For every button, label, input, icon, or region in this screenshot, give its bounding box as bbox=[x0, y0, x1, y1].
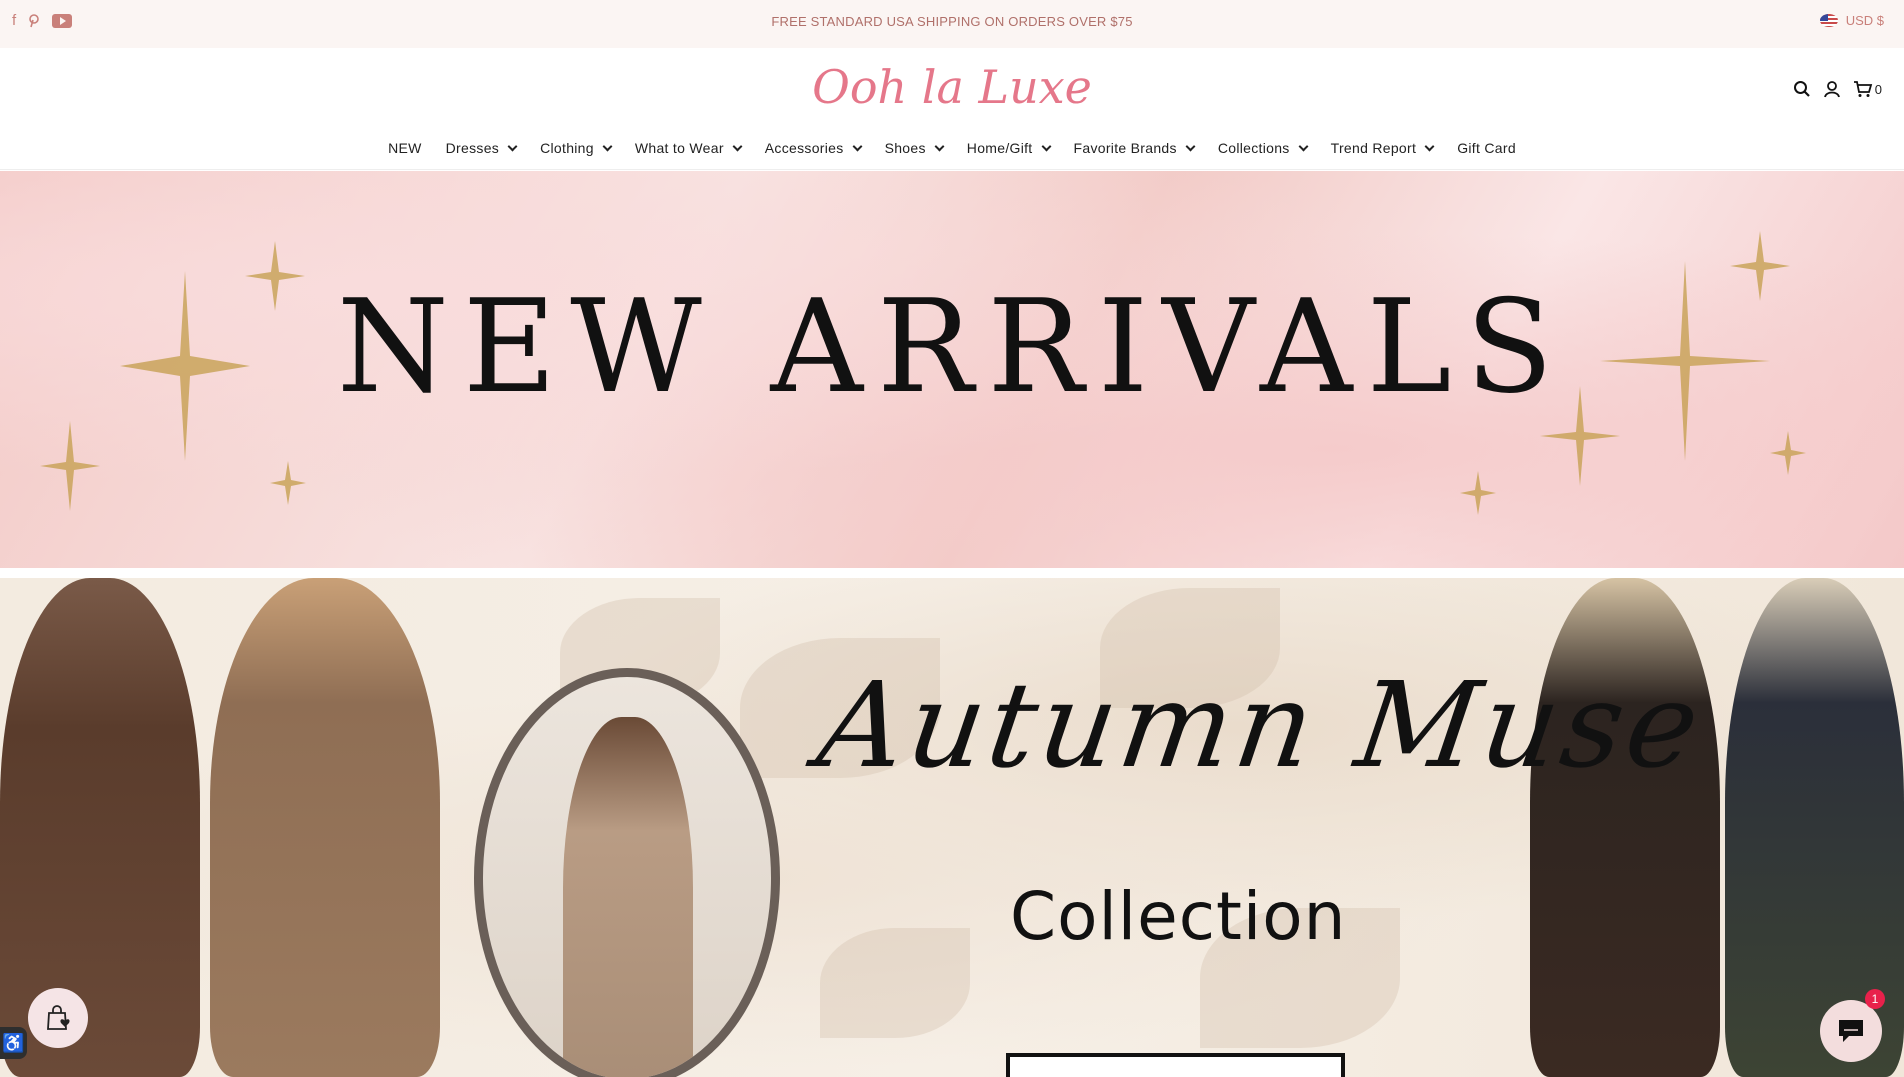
chevron-down-icon bbox=[1298, 141, 1309, 151]
shopping-bag-heart-icon bbox=[47, 1005, 70, 1030]
collection-banner[interactable]: Autumn Muse Collection bbox=[0, 578, 1904, 1077]
chevron-down-icon bbox=[1185, 141, 1196, 151]
model-photo bbox=[210, 578, 440, 1077]
nav-item-trend-report[interactable]: Trend Report bbox=[1319, 140, 1446, 156]
nav-item-label: NEW bbox=[388, 140, 422, 156]
currency-selector[interactable]: USD $ bbox=[1819, 13, 1884, 28]
nav-item-label: Trend Report bbox=[1330, 140, 1417, 156]
cart-icon bbox=[1853, 80, 1873, 98]
nav-item-collections[interactable]: Collections bbox=[1206, 140, 1319, 156]
main-nav: NEW Dresses Clothing What to Wear Access… bbox=[0, 140, 1904, 156]
nav-item-label: Shoes bbox=[884, 140, 926, 156]
promo-text: FREE STANDARD USA SHIPPING ON ORDERS OVE… bbox=[771, 14, 1133, 29]
site-logo[interactable]: Ooh la Luxe bbox=[0, 60, 1904, 114]
collection-shop-button[interactable] bbox=[1006, 1053, 1345, 1077]
account-icon[interactable] bbox=[1823, 80, 1841, 98]
chevron-down-icon bbox=[507, 141, 518, 151]
section-divider bbox=[0, 568, 1904, 578]
sparkle-icon bbox=[1770, 431, 1806, 475]
nav-item-what-to-wear[interactable]: What to Wear bbox=[623, 140, 753, 156]
chat-icon bbox=[1839, 1020, 1863, 1042]
nav-item-home-gift[interactable]: Home/Gift bbox=[955, 140, 1062, 156]
chevron-down-icon bbox=[732, 141, 743, 151]
leaf-decoration bbox=[820, 928, 970, 1038]
search-icon[interactable] bbox=[1793, 80, 1811, 98]
cart-count: 0 bbox=[1874, 81, 1882, 97]
nav-item-label: Collections bbox=[1217, 140, 1290, 156]
sparkle-icon bbox=[40, 421, 100, 511]
chevron-down-icon bbox=[1041, 141, 1051, 151]
chevron-down-icon bbox=[602, 141, 613, 151]
model-photo bbox=[1530, 578, 1720, 1077]
nav-item-label: Dresses bbox=[445, 140, 500, 156]
nav-item-new[interactable]: NEW bbox=[376, 140, 434, 156]
chat-button[interactable] bbox=[1820, 1000, 1882, 1062]
nav-item-label: Clothing bbox=[540, 140, 594, 156]
chevron-down-icon bbox=[1424, 141, 1435, 151]
accessibility-icon[interactable]: ♿ bbox=[0, 1027, 27, 1059]
banner-title: NEW ARRIVALS bbox=[336, 273, 1568, 422]
nav-item-shoes[interactable]: Shoes bbox=[873, 140, 955, 156]
nav-item-dresses[interactable]: Dresses bbox=[434, 140, 528, 156]
header-icons: 0 bbox=[1793, 80, 1882, 98]
currency-label: USD $ bbox=[1845, 13, 1884, 28]
cart-button[interactable]: 0 bbox=[1853, 80, 1882, 98]
nav-item-label: Home/Gift bbox=[966, 140, 1033, 156]
sparkle-icon bbox=[270, 461, 306, 505]
nav-item-favorite-brands[interactable]: Favorite Brands bbox=[1062, 140, 1206, 156]
nav-item-gift-card[interactable]: Gift Card bbox=[1445, 140, 1528, 156]
nav-item-clothing[interactable]: Clothing bbox=[528, 140, 623, 156]
new-arrivals-banner[interactable]: NEW ARRIVALS bbox=[0, 171, 1904, 568]
sparkle-icon bbox=[1460, 471, 1496, 515]
nav-item-label: Favorite Brands bbox=[1073, 140, 1177, 156]
model-photo bbox=[0, 578, 200, 1077]
model-photo bbox=[563, 717, 693, 1077]
nav-item-accessories[interactable]: Accessories bbox=[753, 140, 873, 156]
collection-subtitle: Collection bbox=[1010, 878, 1347, 955]
announcement-bar: f FREE STANDARD USA SHIPPING ON ORDERS O… bbox=[0, 0, 1904, 48]
chevron-down-icon bbox=[852, 141, 863, 151]
nav-item-label: What to Wear bbox=[634, 140, 724, 156]
us-flag-icon bbox=[1819, 14, 1838, 27]
nav-item-label: Gift Card bbox=[1457, 140, 1516, 156]
site-header: Ooh la Luxe 0 NEW Dresses Clothing What … bbox=[0, 48, 1904, 170]
nav-item-label: Accessories bbox=[764, 140, 844, 156]
chat-badge: 1 bbox=[1865, 989, 1885, 1009]
wishlist-button[interactable] bbox=[28, 988, 88, 1048]
collection-script-title: Autumn Muse bbox=[810, 656, 1711, 794]
chevron-down-icon bbox=[934, 141, 945, 151]
featured-model-frame bbox=[474, 668, 780, 1077]
